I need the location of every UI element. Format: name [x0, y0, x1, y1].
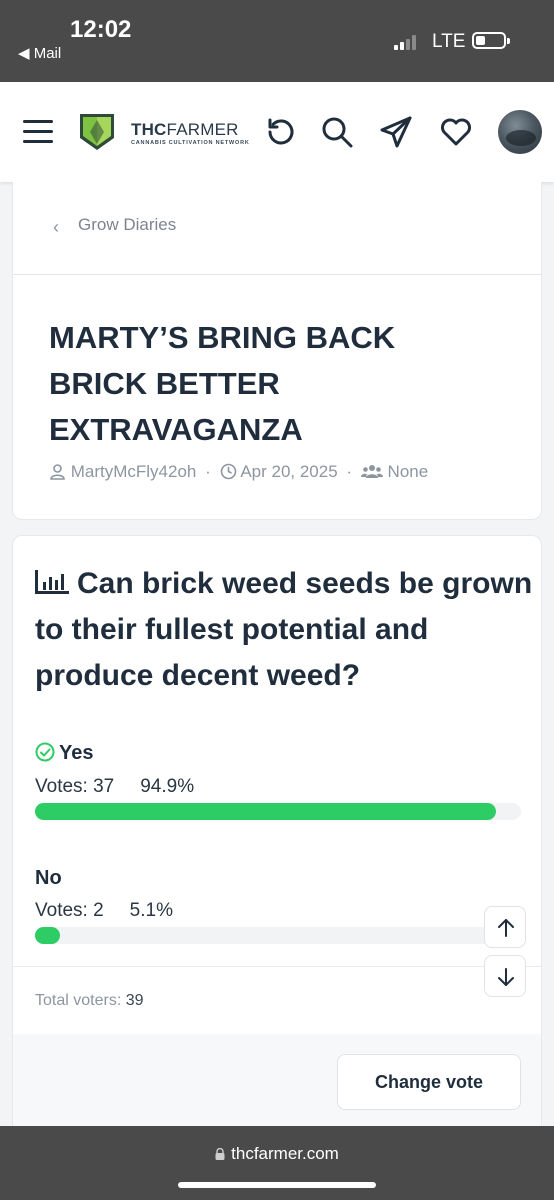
- poll-option-label: Yes: [59, 742, 94, 764]
- divider: [13, 274, 541, 275]
- clock-icon: [220, 463, 236, 480]
- status-time: 12:02: [70, 16, 132, 43]
- heart-icon[interactable]: [439, 115, 473, 149]
- poll-question-text: Can brick weed seeds be grown to their f…: [35, 567, 533, 692]
- check-circle-icon: [35, 742, 55, 762]
- arrow-down-icon: [498, 968, 514, 986]
- status-bar: 12:02 ◀ Mail LTE: [0, 0, 554, 82]
- thread-date[interactable]: Apr 20, 2025: [240, 462, 337, 481]
- arrow-up-icon: [498, 919, 514, 937]
- poll-option-yes-bar-fill: [35, 803, 496, 820]
- change-vote-button[interactable]: Change vote: [337, 1054, 521, 1110]
- scroll-down-button[interactable]: [484, 955, 526, 997]
- poll-chart-icon: [35, 570, 69, 594]
- scroll-up-button[interactable]: [484, 906, 526, 948]
- signal-icon: [394, 34, 424, 50]
- poll-option-percent: 5.1%: [129, 900, 173, 921]
- divider: [13, 966, 541, 967]
- total-voters: Total voters: 39: [35, 992, 144, 1010]
- poll-footer: Change vote: [13, 1034, 541, 1135]
- site-header: THCFARMER CANNABIS CULTIVATION NETWORK: [0, 82, 554, 182]
- breadcrumb-grow-diaries[interactable]: Grow Diaries: [78, 215, 176, 235]
- battery-icon: [472, 32, 510, 49]
- thcfarmer-logo-icon[interactable]: [78, 112, 116, 152]
- user-icon: [50, 464, 65, 480]
- poll-option-percent: 94.9%: [140, 776, 195, 797]
- url-display[interactable]: thcfarmer.com: [0, 1144, 554, 1164]
- history-icon[interactable]: [263, 115, 297, 149]
- menu-icon[interactable]: [23, 120, 53, 144]
- poll-option-no-bar: [35, 927, 521, 944]
- poll-option-no-stats: Votes: 2 5.1%: [35, 900, 173, 922]
- send-icon[interactable]: [379, 115, 413, 149]
- thread-header-card: ‹ Grow Diaries MARTY’S BRING BACK BRICK …: [12, 182, 542, 520]
- total-voters-label: Total voters:: [35, 992, 122, 1009]
- thread-meta: MartyMcFly42oh · Apr 20, 2025 · None: [49, 462, 428, 482]
- search-icon[interactable]: [320, 115, 354, 149]
- poll-option-no-label: No: [35, 867, 62, 889]
- back-to-mail-link[interactable]: ◀ Mail: [18, 44, 61, 62]
- poll-option-votes: Votes: 2: [35, 900, 104, 921]
- poll-card: Can brick weed seeds be grown to their f…: [12, 535, 542, 1135]
- poll-option-yes-label: Yes: [35, 742, 93, 765]
- logo-subtitle: CANNABIS CULTIVATION NETWORK: [131, 140, 250, 146]
- url-text: thcfarmer.com: [231, 1144, 339, 1163]
- thread-author[interactable]: MartyMcFly42oh: [71, 462, 197, 481]
- logo-text-bold: THC: [131, 120, 167, 139]
- poll-question: Can brick weed seeds be grown to their f…: [35, 561, 535, 699]
- poll-option-votes: Votes: 37: [35, 776, 115, 797]
- meta-separator: ·: [205, 462, 211, 481]
- users-icon: [360, 465, 383, 478]
- total-voters-value: 39: [125, 992, 144, 1009]
- logo-text-regular: FARMER: [166, 120, 239, 139]
- lock-icon: [215, 1148, 225, 1160]
- chevron-left-icon[interactable]: ‹: [53, 217, 59, 238]
- user-avatar[interactable]: [498, 110, 542, 154]
- thread-audience: None: [387, 462, 429, 481]
- poll-option-no-bar-fill: [35, 927, 60, 944]
- logo-wordmark[interactable]: THCFARMER: [131, 120, 239, 140]
- poll-option-yes-stats: Votes: 37 94.9%: [35, 776, 194, 798]
- network-label: LTE: [432, 31, 466, 52]
- meta-separator: ·: [346, 462, 353, 481]
- thread-title: MARTY’S BRING BACK BRICK BETTER EXTRAVAG…: [49, 320, 396, 447]
- browser-url-bar[interactable]: thcfarmer.com: [0, 1126, 554, 1200]
- poll-option-yes-bar: [35, 803, 521, 820]
- home-indicator[interactable]: [178, 1182, 376, 1188]
